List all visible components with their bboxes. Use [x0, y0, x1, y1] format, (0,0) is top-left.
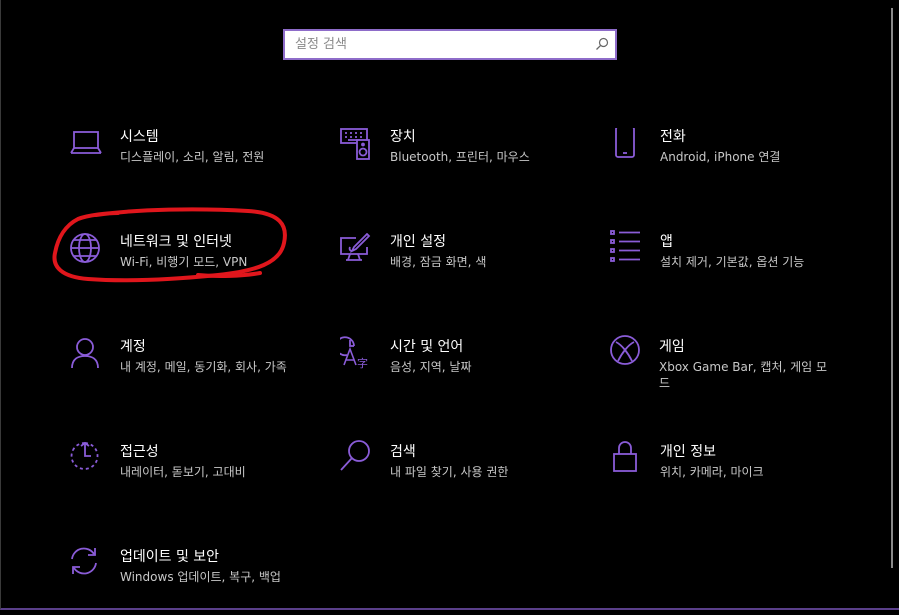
scrollbar[interactable]: [891, 8, 893, 568]
tile-title: 시스템: [120, 129, 159, 145]
sync-icon: [71, 547, 97, 575]
tile-description: 내 파일 찾기, 사용 권한: [390, 465, 509, 479]
tile-description: 배경, 잠금 화면, 색: [390, 255, 487, 269]
globe-icon: [70, 233, 100, 263]
tile-apps[interactable]: 앱 설치 제거, 기본값, 옵션 기능: [610, 230, 850, 300]
tile-description: 내레이터, 돋보기, 고대비: [120, 465, 246, 479]
window-frame: [0, 0, 899, 610]
tile-description: Xbox Game Bar, 캡처, 게임 모드: [659, 360, 828, 390]
paint-display-icon: [340, 233, 371, 261]
svg-text:字: 字: [357, 356, 368, 369]
search-box[interactable]: [283, 29, 617, 60]
keyboard-speaker-icon: [340, 128, 370, 160]
tile-network[interactable]: 네트워크 및 인터넷 Wi-Fi, 비행기 모드, VPN: [70, 233, 310, 303]
ease-of-access-icon: [70, 441, 99, 470]
laptop-icon: [70, 131, 102, 154]
tile-system[interactable]: 시스템 디스플레이, 소리, 알림, 전원: [70, 128, 310, 198]
tile-description: Wi-Fi, 비행기 모드, VPN: [120, 255, 248, 269]
tile-description: Android, iPhone 연결: [660, 150, 781, 164]
tile-title: 업데이트 및 보안: [120, 549, 220, 565]
tile-title: 접근성: [120, 444, 159, 460]
tile-title: 장치: [390, 129, 416, 145]
tile-description: 내 계정, 메일, 동기화, 회사, 가족: [120, 360, 287, 374]
tile-gaming[interactable]: 게임 Xbox Game Bar, 캡처, 게임 모드: [610, 335, 850, 405]
tile-search[interactable]: 검색 내 파일 찾기, 사용 권한: [340, 440, 580, 510]
tile-description: Bluetooth, 프린터, 마우스: [390, 150, 530, 164]
tile-personalization[interactable]: 개인 설정 배경, 잠금 화면, 색: [340, 233, 580, 303]
tile-ease-of-access[interactable]: 접근성 내레이터, 돋보기, 고대비: [68, 440, 308, 510]
lock-icon: [613, 441, 637, 472]
tile-description: 설치 제거, 기본값, 옵션 기능: [660, 255, 805, 269]
tile-title: 시간 및 언어: [390, 339, 464, 355]
search-icon[interactable]: [595, 37, 609, 51]
clock-language-icon: 字: [340, 336, 368, 369]
tile-update-security[interactable]: 업데이트 및 보안 Windows 업데이트, 복구, 백업: [68, 545, 308, 615]
tile-devices[interactable]: 장치 Bluetooth, 프린터, 마우스: [340, 128, 580, 198]
tile-privacy[interactable]: 개인 정보 위치, 카메라, 마이크: [610, 440, 850, 510]
tile-description: Windows 업데이트, 복구, 백업: [120, 570, 281, 584]
tile-title: 개인 정보: [660, 444, 716, 460]
person-icon: [71, 338, 99, 369]
search-icon: [340, 440, 370, 471]
tile-description: 디스플레이, 소리, 알림, 전원: [120, 150, 265, 164]
tile-title: 게임: [659, 339, 685, 355]
tile-title: 검색: [390, 444, 416, 460]
tile-description: 위치, 카메라, 마이크: [660, 465, 764, 479]
tile-time-language[interactable]: 字 시간 및 언어 음성, 지역, 날짜: [340, 335, 580, 405]
phone-icon: [615, 128, 635, 158]
xbox-icon: [610, 335, 640, 365]
tile-phone[interactable]: 전화 Android, iPhone 연결: [610, 128, 850, 198]
tile-title: 계정: [120, 339, 146, 355]
tile-accounts[interactable]: 계정 내 계정, 메일, 동기화, 회사, 가족: [70, 338, 310, 408]
tile-title: 앱: [660, 234, 673, 250]
search-input[interactable]: [285, 31, 595, 58]
app-list-icon: [610, 230, 640, 262]
tile-title: 네트워크 및 인터넷: [120, 234, 232, 250]
tile-description: 음성, 지역, 날짜: [390, 360, 472, 374]
tile-title: 개인 설정: [390, 234, 446, 250]
tile-title: 전화: [660, 129, 686, 145]
